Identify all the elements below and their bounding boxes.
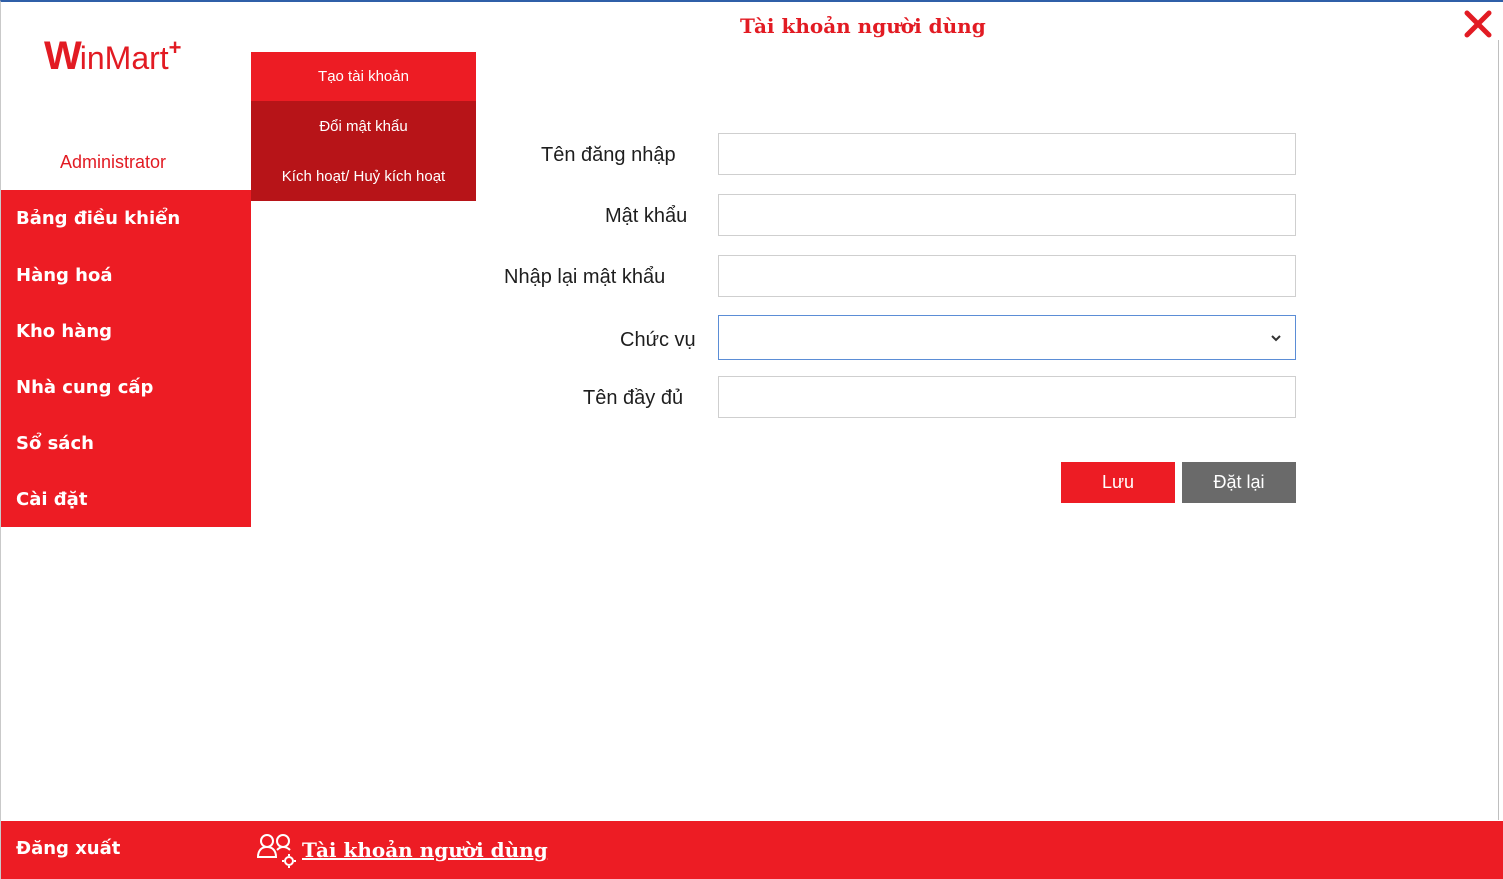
sidebar-item-goods[interactable]: Hàng hoá: [1, 247, 251, 303]
page-title: Tài khoản người dùng: [740, 14, 986, 38]
save-button[interactable]: Lưu: [1061, 462, 1175, 503]
sidebar: Bảng điều khiển Hàng hoá Kho hàng Nhà cu…: [1, 190, 251, 527]
username-label: Tên đăng nhập: [541, 144, 676, 166]
role-label: Chức vụ: [620, 329, 696, 351]
user-settings-icon: [256, 833, 297, 869]
role-select[interactable]: [718, 315, 1296, 360]
submenu-change-password[interactable]: Đổi mật khẩu: [251, 101, 476, 151]
username-field[interactable]: [718, 133, 1296, 175]
logo-text: inMart: [79, 40, 169, 76]
logo-plus: +: [168, 35, 182, 60]
sidebar-item-ledger[interactable]: Sổ sách: [1, 415, 251, 471]
footer-section-link[interactable]: Tài khoản người dùng: [302, 838, 548, 862]
window-edge: [1498, 40, 1503, 820]
password-label: Mật khẩu: [605, 205, 688, 227]
sidebar-item-warehouse[interactable]: Kho hàng: [1, 303, 251, 359]
close-icon[interactable]: [1462, 8, 1494, 40]
chevron-down-icon: [1269, 331, 1283, 345]
reset-button[interactable]: Đặt lại: [1182, 462, 1296, 503]
account-submenu: Tạo tài khoản Đổi mật khẩu Kích hoạt/ Hu…: [251, 52, 476, 201]
confirm-password-field[interactable]: [718, 255, 1296, 297]
password-field[interactable]: [718, 194, 1296, 236]
confirm-password-label: Nhập lại mật khẩu: [504, 266, 666, 288]
sidebar-item-dashboard[interactable]: Bảng điều khiển: [1, 190, 251, 247]
logout-button[interactable]: Đăng xuất: [16, 838, 120, 859]
submenu-create-account[interactable]: Tạo tài khoản: [251, 52, 476, 101]
submenu-activate-deactivate[interactable]: Kích hoạt/ Huỷ kích hoạt: [251, 151, 476, 201]
sidebar-item-settings[interactable]: Cài đặt: [1, 471, 251, 527]
sidebar-item-suppliers[interactable]: Nhà cung cấp: [1, 359, 251, 415]
logo-mark: W: [44, 34, 82, 78]
fullname-field[interactable]: [718, 376, 1296, 418]
user-role-label: Administrator: [59, 152, 167, 172]
fullname-label: Tên đầy đủ: [583, 387, 684, 409]
footer-bar: Đăng xuất Tài khoản người dùng: [1, 821, 1503, 879]
winmart-logo: WinMart+: [44, 34, 182, 78]
